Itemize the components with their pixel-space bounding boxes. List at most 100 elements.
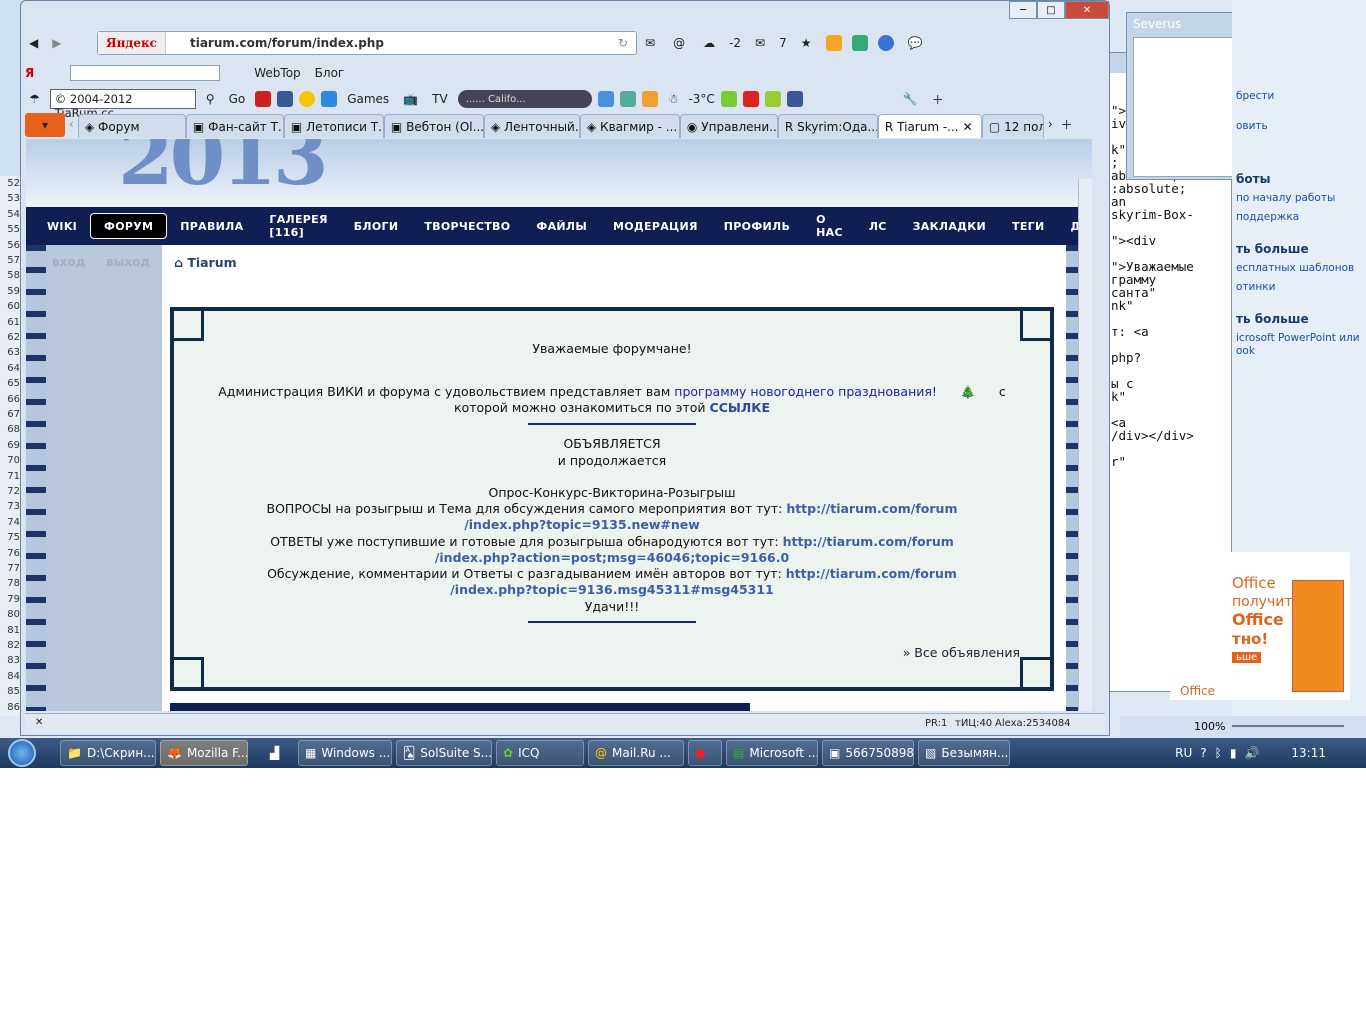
tab-forum[interactable]: ◈ Форум — [77, 114, 186, 138]
logout-link[interactable]: выход — [106, 255, 150, 269]
excel-row-number[interactable]: 67 — [2, 409, 20, 420]
task-icq[interactable]: ✿ ICQ — [496, 740, 584, 766]
task-solsuite[interactable]: 🂡 SolSuite S... — [396, 740, 492, 766]
pane-link-1[interactable]: по началу работы — [1236, 192, 1335, 204]
excel-row-number[interactable]: 82 — [2, 640, 20, 651]
yandex-y-icon[interactable]: Я — [25, 66, 34, 80]
office-ad[interactable]: Office получите Office тно! ьше Office — [1170, 552, 1350, 700]
program-link[interactable]: программу новогоднего празднования! — [674, 384, 937, 399]
puzzle-icon[interactable] — [851, 35, 868, 51]
excel-row-number[interactable]: 65 — [2, 378, 20, 389]
all-announcements-link[interactable]: » Все объявления — [903, 645, 1020, 660]
excel-row-number[interactable]: 72 — [2, 486, 20, 497]
excel-row-number[interactable]: 63 — [2, 347, 20, 358]
tab-chronicles[interactable]: ▣ Летописи Т... — [283, 114, 384, 138]
games-button[interactable]: Games — [343, 88, 393, 110]
excel-row-number[interactable]: 86 — [2, 702, 20, 713]
pane-link-6[interactable]: ook — [1236, 345, 1255, 357]
zoom-slider[interactable] — [1232, 725, 1344, 727]
nav-bookmarks[interactable]: ЗАКЛАДКИ — [900, 220, 999, 233]
facebook-icon[interactable] — [277, 91, 294, 107]
excel-row-number[interactable]: 80 — [2, 609, 20, 620]
excel-row-number[interactable]: 55 — [2, 224, 20, 235]
nav-tags[interactable]: ТЕГИ — [999, 220, 1057, 233]
excel-row-number[interactable]: 62 — [2, 332, 20, 343]
excel-row-number[interactable]: 76 — [2, 548, 20, 559]
cb-icon[interactable] — [742, 91, 759, 107]
pane-link-5[interactable]: icrosoft PowerPoint или — [1236, 332, 1360, 344]
nav-blogs[interactable]: БЛОГИ — [341, 220, 412, 233]
tab-skyrim[interactable]: R Skyrim:Ода... — [777, 114, 878, 138]
pacman-icon[interactable] — [299, 91, 316, 107]
breadcrumb-tiarum[interactable]: Tiarum — [187, 255, 236, 270]
excel-row-number[interactable]: 58 — [2, 270, 20, 281]
excel-row-number[interactable]: 54 — [2, 209, 20, 220]
answers-link[interactable]: http://tiarum.com/forum — [783, 534, 954, 549]
language-indicator[interactable]: RU — [1175, 746, 1192, 760]
wrench-icon[interactable]: 🔧 — [899, 88, 922, 110]
mail-icon[interactable]: ✉ — [641, 32, 659, 54]
pane-link-4[interactable]: отинки — [1236, 281, 1275, 293]
excel-row-number[interactable]: 61 — [2, 317, 20, 328]
snow-cloud-icon[interactable]: ☃ — [664, 88, 683, 110]
nav-about[interactable]: О НАС — [803, 213, 856, 239]
excel-row-number[interactable]: 74 — [2, 517, 20, 528]
excel-row-number[interactable]: 75 — [2, 532, 20, 543]
weather-icon[interactable]: ☁ — [699, 32, 719, 54]
tab-close-icon[interactable]: ✕ — [963, 120, 973, 134]
login-link[interactable]: вход — [52, 255, 85, 269]
home-icon[interactable]: ⌂ — [174, 255, 183, 270]
yandex-logo[interactable]: Яндекс — [98, 32, 166, 54]
site-dropdown[interactable]: © 2004-2012 TiaRum.cc — [49, 89, 196, 120]
close-button[interactable]: ✕ — [1065, 1, 1109, 19]
volume-icon[interactable]: 🔊 — [1244, 746, 1259, 760]
discussion-link-2[interactable]: /index.php?topic=9136.msg45311#msg45311 — [450, 582, 774, 597]
task-excel[interactable]: ▤ Microsoft ... — [726, 740, 818, 766]
envelope-icon[interactable] — [641, 91, 658, 107]
tab-lentochny[interactable]: ◈ Ленточный... — [483, 114, 580, 138]
tab-tiarum[interactable]: R Tiarum -... ✕ — [877, 114, 982, 138]
excel-row-number[interactable]: 85 — [2, 686, 20, 697]
bluetooth-icon[interactable]: ᛒ — [1215, 746, 1222, 760]
excel-row-number[interactable]: 53 — [2, 193, 20, 204]
questions-link[interactable]: http://tiarum.com/forum — [786, 501, 957, 516]
reload-icon[interactable]: ↻ — [618, 36, 636, 50]
nav-gallery[interactable]: ГАЛЕРЕЯ [116] — [256, 213, 340, 239]
task-paint[interactable]: ▧ Безымян... — [918, 740, 1010, 766]
at-icon[interactable]: @ — [669, 32, 689, 54]
answers-link-2[interactable]: /index.php?action=post;msg=46046;topic=9… — [435, 550, 789, 565]
bookmark-icon[interactable]: ★ — [797, 32, 816, 54]
maximize-button[interactable]: □ — [1037, 1, 1065, 19]
excel-row-number[interactable]: 83 — [2, 655, 20, 666]
go-button[interactable]: Go — [225, 88, 250, 110]
excel-row-number[interactable]: 66 — [2, 394, 20, 405]
tab-12[interactable]: ▢ 12 пол — [981, 114, 1044, 138]
excel-row-number[interactable]: 71 — [2, 471, 20, 482]
page-scrollbar[interactable] — [1078, 179, 1092, 711]
discussion-link[interactable]: http://tiarum.com/forum — [786, 566, 957, 581]
excel-row-number[interactable]: 56 — [2, 240, 20, 251]
task-opera[interactable]: ● — [688, 740, 722, 766]
network-icon[interactable]: ▮ — [1230, 746, 1237, 760]
excel-row-number[interactable]: 68 — [2, 424, 20, 435]
back-button[interactable]: ◀ — [25, 32, 42, 54]
tab-vebton[interactable]: ▣ Вебтон (Ol... — [383, 114, 484, 138]
help-icon[interactable]: ? — [1200, 746, 1206, 760]
statusbar-close-icon[interactable]: ✕ — [35, 717, 43, 728]
firefox-menu-button[interactable]: ▾ — [25, 113, 65, 137]
excel-row-number[interactable]: 84 — [2, 671, 20, 682]
m-icon[interactable] — [720, 91, 737, 107]
nav-files[interactable]: ФАЙЛЫ — [523, 220, 600, 233]
questions-link-2[interactable]: /index.php?topic=9135.new#new — [464, 517, 700, 532]
smiley-icon[interactable] — [877, 35, 894, 51]
tab-management[interactable]: ◉ Управлени... — [679, 114, 778, 138]
tab-fansite[interactable]: ▣ Фан-сайт Т... — [185, 114, 284, 138]
excel-row-number[interactable]: 77 — [2, 563, 20, 574]
excel-row-number[interactable]: 69 — [2, 440, 20, 451]
toolbar-logo-icon[interactable]: ☂ — [25, 88, 44, 110]
tag-icon[interactable] — [764, 91, 781, 107]
youtube-icon[interactable] — [255, 91, 272, 107]
blog-button[interactable]: Блог — [311, 62, 349, 84]
nav-pm[interactable]: ЛС — [856, 220, 900, 233]
yandex-search-input[interactable] — [70, 65, 221, 81]
